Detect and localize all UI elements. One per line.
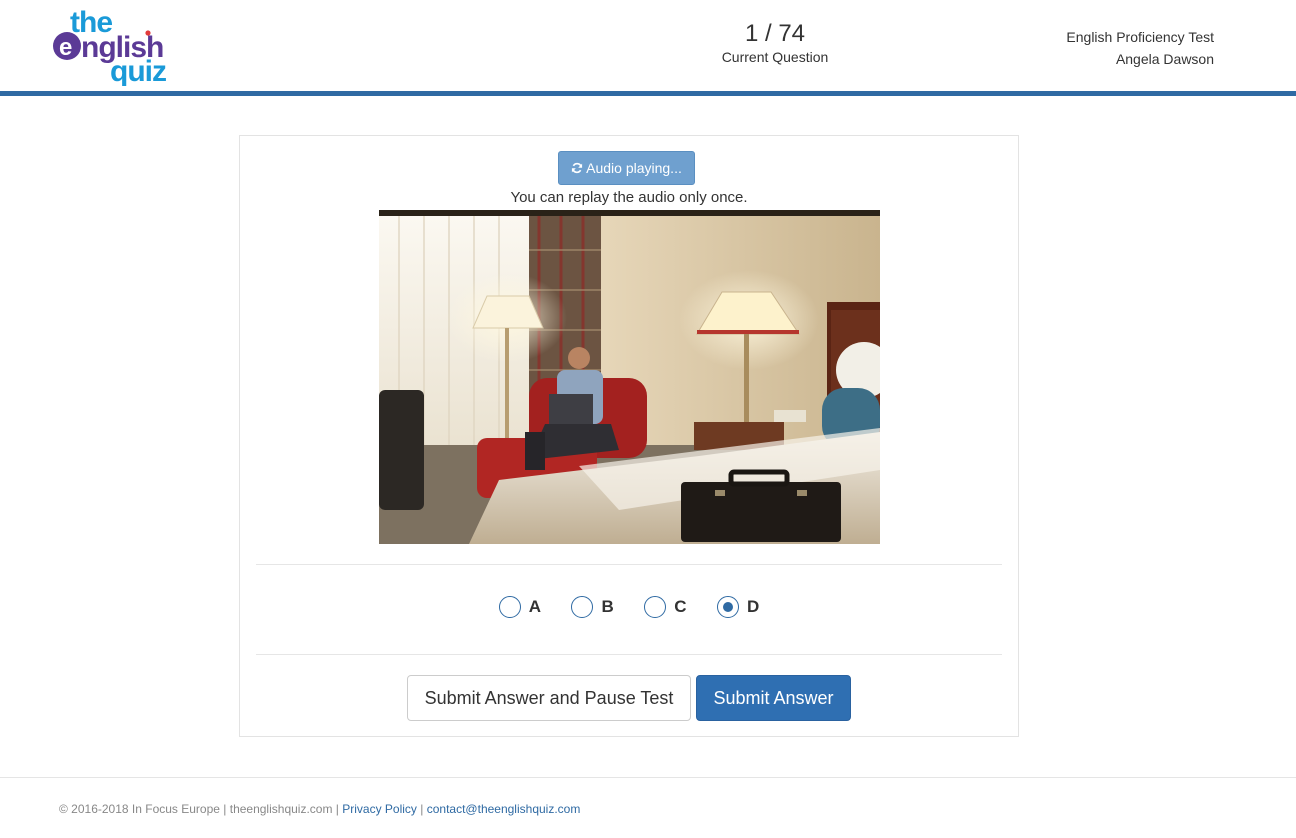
- copyright-text: © 2016-2018 In Focus Europe | theenglish…: [59, 802, 343, 816]
- replay-note: You can replay the audio only once.: [510, 189, 748, 206]
- choice-d-label: D: [746, 597, 760, 616]
- hotel-room-photo: [379, 210, 880, 544]
- choice-b-label: B: [601, 597, 614, 616]
- question-progress: 1 / 74 Current Question: [700, 20, 850, 66]
- logo-graphic: the e nglish quiz: [53, 6, 167, 86]
- radio-a[interactable]: [498, 596, 521, 618]
- footer-separator: |: [416, 802, 427, 816]
- answer-choices: A B C D: [240, 596, 1018, 618]
- choice-b[interactable]: B: [571, 596, 614, 618]
- contact-email-link[interactable]: contact@theenglishquiz.com: [427, 802, 581, 816]
- test-name: English Proficiency Test: [1066, 29, 1214, 45]
- privacy-policy-link[interactable]: Privacy Policy: [342, 802, 417, 816]
- question-counter-caption: Current Question: [721, 49, 829, 65]
- question-photo: [379, 210, 880, 544]
- radio-c[interactable]: [644, 596, 667, 618]
- top-header: the e nglish quiz 1 / 74 Current Questio…: [0, 0, 1296, 96]
- divider-bottom: [256, 654, 1002, 655]
- refresh-icon: [572, 162, 583, 174]
- choice-c[interactable]: C: [644, 596, 687, 618]
- action-buttons: Submit Answer and Pause Test Submit Answ…: [240, 675, 1018, 721]
- choice-a-label: A: [528, 597, 542, 616]
- radio-d[interactable]: [716, 596, 739, 618]
- question-counter: 1 / 74: [744, 20, 806, 47]
- svg-text:e: e: [59, 34, 72, 61]
- test-info: English Proficiency Test Angela Dawson: [1066, 26, 1214, 70]
- submit-answer-button[interactable]: Submit Answer: [696, 675, 851, 721]
- choice-c-label: C: [674, 597, 687, 616]
- svg-text:quiz: quiz: [110, 55, 166, 86]
- audio-replay-button[interactable]: Audio playing...: [558, 151, 695, 185]
- choice-d[interactable]: D: [716, 596, 760, 618]
- submit-and-pause-button[interactable]: Submit Answer and Pause Test: [407, 675, 691, 721]
- radio-b[interactable]: [571, 596, 594, 618]
- footer-divider: [0, 777, 1296, 778]
- english-quiz-logo[interactable]: the e nglish quiz: [50, 4, 178, 86]
- candidate-name: Angela Dawson: [1115, 51, 1214, 67]
- divider-top: [256, 564, 1002, 565]
- footer: © 2016-2018 In Focus Europe | theenglish…: [59, 801, 580, 817]
- choice-a[interactable]: A: [498, 596, 542, 618]
- question-panel: Audio playing... You can replay the audi…: [239, 135, 1019, 737]
- audio-button-label: Audio playing...: [586, 160, 682, 176]
